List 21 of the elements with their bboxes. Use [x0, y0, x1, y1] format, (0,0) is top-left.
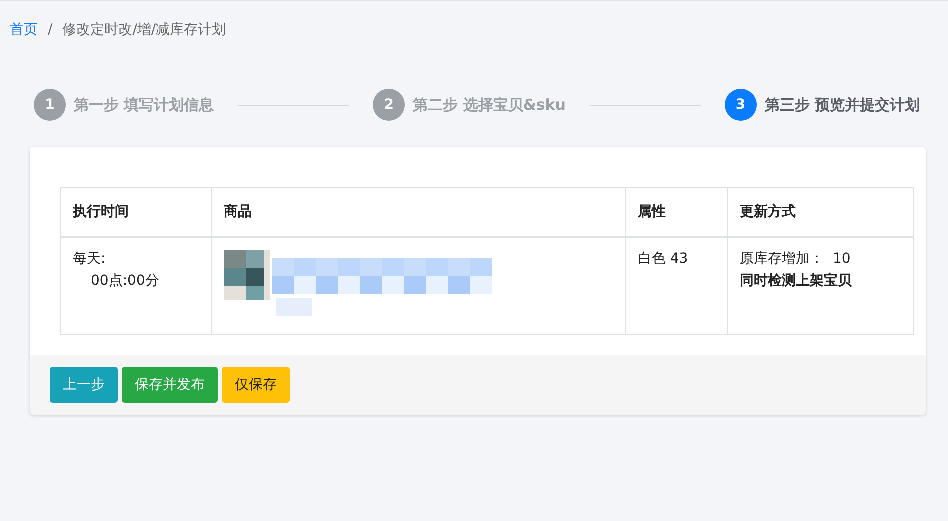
step-number: 3: [724, 89, 757, 121]
step-label: 第一步 填写计划信息: [74, 96, 214, 114]
update-label: 原库存增加：: [740, 251, 824, 267]
step-label: 第二步 选择宝贝&sku: [413, 96, 566, 114]
column-header: 执行时间: [60, 188, 212, 237]
step-number: 2: [373, 89, 406, 121]
column-header: 更新方式: [728, 188, 914, 237]
breadcrumb-separator: /: [48, 22, 53, 38]
table-cell: 每天: 00点:00分: [60, 237, 212, 334]
action-button[interactable]: 上一步: [50, 367, 118, 403]
column-header: 商品: [212, 188, 626, 237]
action-button[interactable]: 仅保存: [222, 367, 290, 403]
step-number: 1: [34, 89, 66, 121]
update-note: 同时检测上架宝贝: [740, 272, 854, 290]
action-button[interactable]: 保存并发布: [122, 367, 218, 403]
column-header: 属性: [625, 188, 728, 237]
breadcrumb-link[interactable]: 首页: [10, 21, 38, 39]
step-label: 第三步 预览并提交计划: [764, 96, 920, 114]
table-cell: 白色 43: [625, 237, 728, 334]
breadcrumb-current: 修改定时改/增/减库存计划: [62, 21, 226, 39]
update-value: 10: [832, 251, 851, 267]
